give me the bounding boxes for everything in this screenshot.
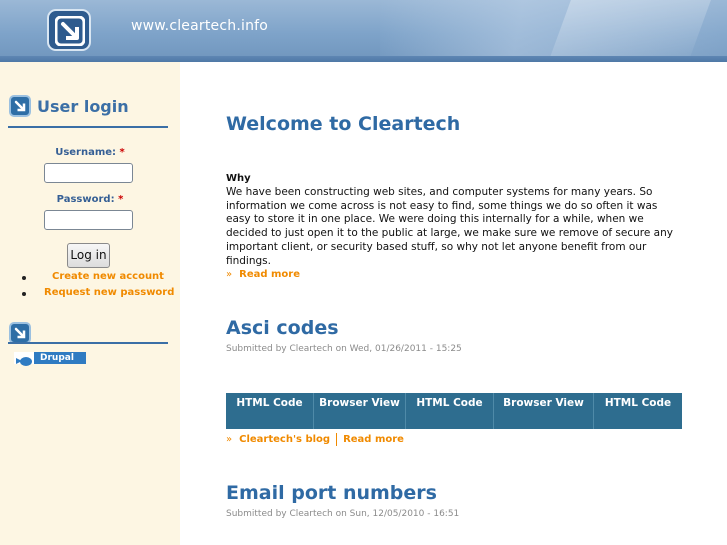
blog-link[interactable]: Cleartech's blog (239, 434, 330, 445)
password-label-text: Password: (56, 194, 115, 205)
required-marker: * (119, 147, 125, 158)
block-divider (8, 342, 168, 344)
main-content: Welcome to Cleartech Why We have been co… (180, 62, 727, 545)
sidebar: User login Username: * Password: * Log i… (0, 62, 180, 545)
username-field[interactable] (44, 163, 133, 183)
read-more-text: Read more (239, 269, 300, 280)
header-decoration-highlight (545, 0, 715, 62)
node-body: We have been constructing web sites, and… (226, 186, 673, 267)
read-more-link[interactable]: Read more (343, 434, 404, 445)
login-button[interactable]: Log in (67, 243, 110, 268)
block-divider (8, 126, 168, 128)
node-title-welcome[interactable]: Welcome to Cleartech (226, 113, 460, 135)
node-title-asci-codes[interactable]: Asci codes (226, 317, 339, 339)
required-marker: * (118, 194, 124, 205)
drupal-badge[interactable]: Drupal (14, 352, 86, 366)
site-url[interactable]: www.cleartech.info (131, 18, 268, 34)
submitted-info: Submitted by Cleartech on Sun, 12/05/201… (226, 509, 460, 519)
user-login-block-header: User login (9, 95, 129, 117)
link-separator (336, 433, 338, 446)
list-bullet (22, 292, 26, 296)
drupal-badge-text: Drupal (40, 353, 74, 363)
node-subheading: Why (226, 173, 251, 184)
submitted-info: Submitted by Cleartech on Wed, 01/26/201… (226, 344, 462, 354)
powered-by-block-header (9, 322, 31, 344)
create-account-link[interactable]: Create new account (52, 271, 164, 282)
list-bullet (22, 276, 26, 280)
ascii-codes-table: HTML Code Browser View HTML Code Browser… (226, 393, 682, 429)
arrow-down-right-icon (9, 322, 31, 344)
username-label-text: Username: (55, 147, 117, 158)
node-title-email-ports[interactable]: Email port numbers (226, 482, 437, 504)
table-header-cell: HTML Code (604, 397, 672, 409)
drupal-drop-icon (14, 352, 34, 366)
request-password-link[interactable]: Request new password (44, 287, 174, 298)
read-more-link[interactable]: » Read more (226, 269, 300, 280)
arrow-down-right-icon (9, 95, 31, 117)
table-header-cell: Browser View (494, 393, 594, 429)
node-links: » Cleartech's blog Read more (226, 433, 404, 446)
username-label: Username: * (0, 147, 180, 158)
table-header-cell: HTML Code (406, 393, 494, 429)
password-field[interactable] (44, 210, 133, 230)
table-header-cell: Browser View (314, 393, 406, 429)
password-label: Password: * (0, 194, 180, 205)
site-header: www.cleartech.info (0, 0, 727, 62)
table-header-cell: HTML Code (226, 393, 314, 429)
site-logo[interactable] (47, 9, 91, 51)
link-prefix: » (226, 269, 233, 280)
user-login-title: User login (37, 96, 129, 116)
link-prefix: » (226, 434, 233, 445)
arrow-down-right-icon (55, 16, 85, 46)
